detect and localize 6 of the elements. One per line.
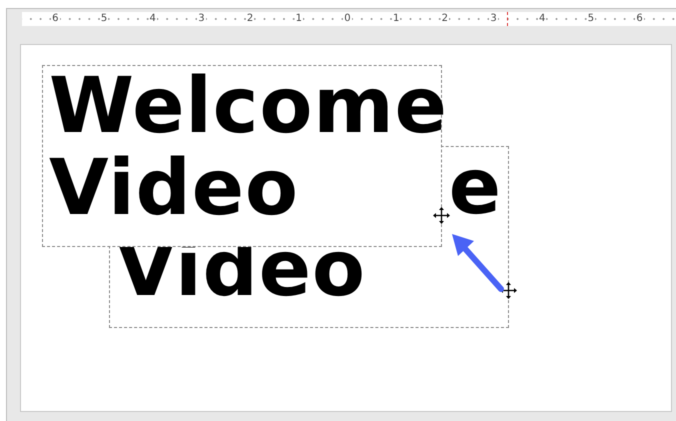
move-cursor-icon — [433, 207, 450, 224]
move-cursor-icon — [500, 282, 517, 299]
text-line: Video — [49, 148, 299, 230]
text-fragment: e — [448, 147, 502, 229]
text-box[interactable]: Welcome Video — [42, 65, 442, 247]
ruler-marker — [507, 12, 508, 26]
